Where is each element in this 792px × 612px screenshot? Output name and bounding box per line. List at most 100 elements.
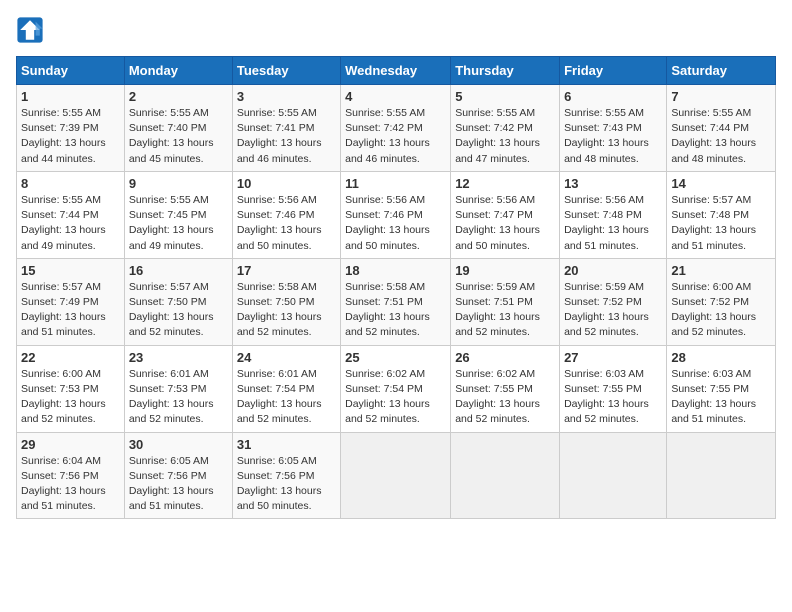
day-detail: Sunrise: 6:02 AMSunset: 7:55 PMDaylight:… bbox=[455, 368, 540, 426]
calendar-cell: 11 Sunrise: 5:56 AMSunset: 7:46 PMDaylig… bbox=[341, 171, 451, 258]
day-detail: Sunrise: 6:04 AMSunset: 7:56 PMDaylight:… bbox=[21, 455, 106, 513]
logo bbox=[16, 16, 48, 44]
day-detail: Sunrise: 5:57 AMSunset: 7:50 PMDaylight:… bbox=[129, 281, 214, 339]
calendar-cell: 12 Sunrise: 5:56 AMSunset: 7:47 PMDaylig… bbox=[451, 171, 560, 258]
day-number: 10 bbox=[237, 176, 336, 191]
calendar-cell: 20 Sunrise: 5:59 AMSunset: 7:52 PMDaylig… bbox=[560, 258, 667, 345]
calendar-cell: 15 Sunrise: 5:57 AMSunset: 7:49 PMDaylig… bbox=[17, 258, 125, 345]
page-header bbox=[16, 16, 776, 44]
calendar-cell: 30 Sunrise: 6:05 AMSunset: 7:56 PMDaylig… bbox=[124, 432, 232, 519]
day-detail: Sunrise: 5:55 AMSunset: 7:42 PMDaylight:… bbox=[455, 107, 540, 165]
day-detail: Sunrise: 5:55 AMSunset: 7:39 PMDaylight:… bbox=[21, 107, 106, 165]
calendar-cell: 9 Sunrise: 5:55 AMSunset: 7:45 PMDayligh… bbox=[124, 171, 232, 258]
calendar-week-row: 22 Sunrise: 6:00 AMSunset: 7:53 PMDaylig… bbox=[17, 345, 776, 432]
day-header-tuesday: Tuesday bbox=[232, 57, 340, 85]
calendar-cell: 14 Sunrise: 5:57 AMSunset: 7:48 PMDaylig… bbox=[667, 171, 776, 258]
day-detail: Sunrise: 5:59 AMSunset: 7:51 PMDaylight:… bbox=[455, 281, 540, 339]
day-detail: Sunrise: 6:00 AMSunset: 7:53 PMDaylight:… bbox=[21, 368, 106, 426]
day-detail: Sunrise: 5:55 AMSunset: 7:40 PMDaylight:… bbox=[129, 107, 214, 165]
day-number: 24 bbox=[237, 350, 336, 365]
calendar-cell: 8 Sunrise: 5:55 AMSunset: 7:44 PMDayligh… bbox=[17, 171, 125, 258]
calendar-cell: 22 Sunrise: 6:00 AMSunset: 7:53 PMDaylig… bbox=[17, 345, 125, 432]
day-detail: Sunrise: 5:55 AMSunset: 7:45 PMDaylight:… bbox=[129, 194, 214, 252]
calendar-cell: 28 Sunrise: 6:03 AMSunset: 7:55 PMDaylig… bbox=[667, 345, 776, 432]
calendar-week-row: 29 Sunrise: 6:04 AMSunset: 7:56 PMDaylig… bbox=[17, 432, 776, 519]
day-number: 21 bbox=[671, 263, 771, 278]
day-detail: Sunrise: 5:56 AMSunset: 7:48 PMDaylight:… bbox=[564, 194, 649, 252]
day-number: 7 bbox=[671, 89, 771, 104]
day-detail: Sunrise: 5:55 AMSunset: 7:44 PMDaylight:… bbox=[671, 107, 756, 165]
calendar-cell bbox=[560, 432, 667, 519]
calendar-cell: 27 Sunrise: 6:03 AMSunset: 7:55 PMDaylig… bbox=[560, 345, 667, 432]
day-number: 25 bbox=[345, 350, 446, 365]
day-header-sunday: Sunday bbox=[17, 57, 125, 85]
calendar-cell: 2 Sunrise: 5:55 AMSunset: 7:40 PMDayligh… bbox=[124, 85, 232, 172]
calendar-week-row: 8 Sunrise: 5:55 AMSunset: 7:44 PMDayligh… bbox=[17, 171, 776, 258]
day-number: 30 bbox=[129, 437, 228, 452]
calendar-cell: 13 Sunrise: 5:56 AMSunset: 7:48 PMDaylig… bbox=[560, 171, 667, 258]
day-detail: Sunrise: 5:58 AMSunset: 7:50 PMDaylight:… bbox=[237, 281, 322, 339]
calendar-cell: 1 Sunrise: 5:55 AMSunset: 7:39 PMDayligh… bbox=[17, 85, 125, 172]
day-number: 11 bbox=[345, 176, 446, 191]
calendar-cell: 26 Sunrise: 6:02 AMSunset: 7:55 PMDaylig… bbox=[451, 345, 560, 432]
day-number: 16 bbox=[129, 263, 228, 278]
day-detail: Sunrise: 5:55 AMSunset: 7:44 PMDaylight:… bbox=[21, 194, 106, 252]
calendar-cell: 21 Sunrise: 6:00 AMSunset: 7:52 PMDaylig… bbox=[667, 258, 776, 345]
calendar-cell: 7 Sunrise: 5:55 AMSunset: 7:44 PMDayligh… bbox=[667, 85, 776, 172]
day-number: 1 bbox=[21, 89, 120, 104]
day-detail: Sunrise: 6:05 AMSunset: 7:56 PMDaylight:… bbox=[237, 455, 322, 513]
day-detail: Sunrise: 5:55 AMSunset: 7:43 PMDaylight:… bbox=[564, 107, 649, 165]
calendar-cell: 3 Sunrise: 5:55 AMSunset: 7:41 PMDayligh… bbox=[232, 85, 340, 172]
day-detail: Sunrise: 5:57 AMSunset: 7:48 PMDaylight:… bbox=[671, 194, 756, 252]
day-number: 3 bbox=[237, 89, 336, 104]
day-number: 14 bbox=[671, 176, 771, 191]
calendar-cell bbox=[341, 432, 451, 519]
calendar-cell: 10 Sunrise: 5:56 AMSunset: 7:46 PMDaylig… bbox=[232, 171, 340, 258]
calendar-cell: 4 Sunrise: 5:55 AMSunset: 7:42 PMDayligh… bbox=[341, 85, 451, 172]
day-number: 31 bbox=[237, 437, 336, 452]
day-detail: Sunrise: 6:00 AMSunset: 7:52 PMDaylight:… bbox=[671, 281, 756, 339]
calendar-cell bbox=[451, 432, 560, 519]
calendar-cell: 29 Sunrise: 6:04 AMSunset: 7:56 PMDaylig… bbox=[17, 432, 125, 519]
day-number: 20 bbox=[564, 263, 662, 278]
calendar-cell: 17 Sunrise: 5:58 AMSunset: 7:50 PMDaylig… bbox=[232, 258, 340, 345]
day-number: 18 bbox=[345, 263, 446, 278]
calendar-cell: 6 Sunrise: 5:55 AMSunset: 7:43 PMDayligh… bbox=[560, 85, 667, 172]
day-detail: Sunrise: 5:57 AMSunset: 7:49 PMDaylight:… bbox=[21, 281, 106, 339]
calendar-week-row: 1 Sunrise: 5:55 AMSunset: 7:39 PMDayligh… bbox=[17, 85, 776, 172]
day-number: 27 bbox=[564, 350, 662, 365]
calendar-cell: 23 Sunrise: 6:01 AMSunset: 7:53 PMDaylig… bbox=[124, 345, 232, 432]
day-detail: Sunrise: 6:02 AMSunset: 7:54 PMDaylight:… bbox=[345, 368, 430, 426]
day-number: 13 bbox=[564, 176, 662, 191]
day-header-friday: Friday bbox=[560, 57, 667, 85]
day-detail: Sunrise: 5:55 AMSunset: 7:41 PMDaylight:… bbox=[237, 107, 322, 165]
day-number: 2 bbox=[129, 89, 228, 104]
calendar-header-row: SundayMondayTuesdayWednesdayThursdayFrid… bbox=[17, 57, 776, 85]
calendar-cell bbox=[667, 432, 776, 519]
day-detail: Sunrise: 5:58 AMSunset: 7:51 PMDaylight:… bbox=[345, 281, 430, 339]
day-number: 12 bbox=[455, 176, 555, 191]
calendar-table: SundayMondayTuesdayWednesdayThursdayFrid… bbox=[16, 56, 776, 519]
calendar-cell: 25 Sunrise: 6:02 AMSunset: 7:54 PMDaylig… bbox=[341, 345, 451, 432]
day-header-monday: Monday bbox=[124, 57, 232, 85]
calendar-cell: 16 Sunrise: 5:57 AMSunset: 7:50 PMDaylig… bbox=[124, 258, 232, 345]
day-number: 29 bbox=[21, 437, 120, 452]
calendar-week-row: 15 Sunrise: 5:57 AMSunset: 7:49 PMDaylig… bbox=[17, 258, 776, 345]
day-header-thursday: Thursday bbox=[451, 57, 560, 85]
logo-icon bbox=[16, 16, 44, 44]
day-header-saturday: Saturday bbox=[667, 57, 776, 85]
day-header-wednesday: Wednesday bbox=[341, 57, 451, 85]
day-detail: Sunrise: 5:56 AMSunset: 7:47 PMDaylight:… bbox=[455, 194, 540, 252]
day-number: 22 bbox=[21, 350, 120, 365]
day-detail: Sunrise: 6:03 AMSunset: 7:55 PMDaylight:… bbox=[564, 368, 649, 426]
day-detail: Sunrise: 6:05 AMSunset: 7:56 PMDaylight:… bbox=[129, 455, 214, 513]
day-detail: Sunrise: 5:55 AMSunset: 7:42 PMDaylight:… bbox=[345, 107, 430, 165]
day-number: 26 bbox=[455, 350, 555, 365]
day-number: 17 bbox=[237, 263, 336, 278]
day-number: 5 bbox=[455, 89, 555, 104]
day-number: 23 bbox=[129, 350, 228, 365]
day-detail: Sunrise: 6:01 AMSunset: 7:54 PMDaylight:… bbox=[237, 368, 322, 426]
calendar-cell: 18 Sunrise: 5:58 AMSunset: 7:51 PMDaylig… bbox=[341, 258, 451, 345]
calendar-cell: 5 Sunrise: 5:55 AMSunset: 7:42 PMDayligh… bbox=[451, 85, 560, 172]
calendar-cell: 31 Sunrise: 6:05 AMSunset: 7:56 PMDaylig… bbox=[232, 432, 340, 519]
